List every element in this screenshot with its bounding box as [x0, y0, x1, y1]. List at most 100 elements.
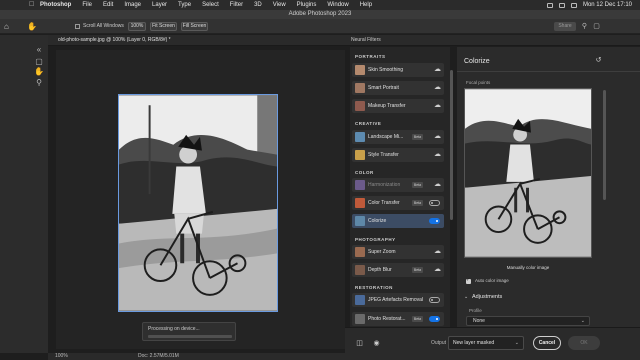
- cloud-download-icon[interactable]: ☁: [433, 83, 442, 93]
- filter-name: Landscape Mi...: [368, 134, 404, 140]
- filter-name: Super Zoom: [368, 249, 396, 255]
- photo-restoration-toggle[interactable]: [429, 316, 440, 322]
- menu-view[interactable]: View: [273, 2, 286, 8]
- filter-name: Depth Blur: [368, 267, 392, 273]
- menu-photoshop[interactable]: Photoshop: [40, 2, 71, 8]
- profile-value: None: [473, 318, 485, 324]
- filter-harmonization[interactable]: Harmonization Beta ☁: [352, 178, 444, 192]
- filter-photo-restoration[interactable]: Photo Restorat... Beta: [352, 312, 444, 326]
- menu-filter[interactable]: Filter: [230, 2, 243, 8]
- filter-colorize[interactable]: Colorize: [352, 214, 444, 228]
- category-restoration: RESTORATION: [355, 285, 393, 290]
- filter-thumbnail: [355, 265, 365, 275]
- jpeg-artefacts-toggle[interactable]: [429, 297, 440, 303]
- hand-tool-icon[interactable]: ✋: [27, 22, 37, 31]
- filter-name: Color Transfer: [368, 200, 400, 206]
- output-label: Output: [431, 340, 447, 346]
- output-select[interactable]: New layer masked ⌄: [448, 336, 524, 350]
- filter-name: Skin Smoothing: [368, 67, 404, 73]
- zoom-region-icon[interactable]: ▢: [34, 57, 44, 67]
- processing-bar: [148, 335, 232, 338]
- menu-3d[interactable]: 3D: [254, 2, 262, 8]
- filter-thumbnail: [355, 65, 365, 75]
- filter-thumbnail: [355, 198, 365, 208]
- control-center-icon[interactable]: [570, 2, 577, 8]
- profile-label: Profile: [469, 308, 482, 313]
- status-bar: 100% Doc: 2.57M/5.01M: [48, 353, 345, 360]
- filter-jpeg-artefacts-removal[interactable]: JPEG Artefacts Removal: [352, 293, 444, 307]
- neural-filters-title[interactable]: Neural Filters: [351, 35, 381, 46]
- share-button[interactable]: Share: [554, 22, 576, 31]
- reset-icon[interactable]: ↺: [594, 56, 603, 65]
- apple-icon[interactable]: : [29, 1, 34, 8]
- cloud-download-icon[interactable]: ☁: [433, 101, 442, 111]
- menu-layer[interactable]: Layer: [152, 2, 167, 8]
- cloud-download-icon[interactable]: ☁: [433, 265, 442, 275]
- menu-image[interactable]: Image: [124, 2, 141, 8]
- menu-type[interactable]: Type: [178, 2, 191, 8]
- zoom-100-button[interactable]: 100%: [128, 22, 146, 31]
- filter-landscape-mixer[interactable]: Landscape Mi... Beta ☁: [352, 130, 444, 144]
- filter-color-transfer[interactable]: Color Transfer Beta: [352, 196, 444, 210]
- ok-button[interactable]: OK: [568, 336, 600, 350]
- window-title-bar: Adobe Photoshop 2023: [0, 10, 640, 19]
- filter-list-scrollbar[interactable]: [450, 70, 453, 220]
- home-icon[interactable]: ⌂: [4, 22, 13, 31]
- filter-style-transfer[interactable]: Style Transfer ☁: [352, 148, 444, 162]
- filter-thumbnail: [355, 216, 365, 226]
- filter-makeup-transfer[interactable]: Makeup Transfer ☁: [352, 99, 444, 113]
- colorize-toggle[interactable]: [429, 218, 440, 224]
- scroll-all-windows-checkbox[interactable]: [75, 24, 80, 29]
- cloud-download-icon[interactable]: ☁: [433, 132, 442, 142]
- fit-screen-button[interactable]: Fit Screen: [150, 22, 177, 31]
- cancel-button[interactable]: Cancel: [533, 336, 561, 350]
- profile-select[interactable]: None ⌄: [466, 316, 590, 326]
- cloud-download-icon[interactable]: ☁: [433, 247, 442, 257]
- zoom-level[interactable]: 100%: [55, 353, 68, 360]
- filter-super-zoom[interactable]: Super Zoom ☁: [352, 245, 444, 259]
- workspace-icon[interactable]: ▢: [592, 22, 601, 31]
- battery-icon[interactable]: [546, 2, 553, 8]
- filter-skin-smoothing[interactable]: Skin Smoothing ☁: [352, 63, 444, 77]
- filter-depth-blur[interactable]: Depth Blur Beta ☁: [352, 263, 444, 277]
- document-tab[interactable]: old-photo-sample.jpg @ 100% (Layer 0, RG…: [48, 35, 345, 46]
- filter-name: Style Transfer: [368, 152, 399, 158]
- zoom-tool-icon[interactable]: ⚲: [34, 78, 44, 88]
- chevron-down-icon[interactable]: ⌄: [464, 294, 468, 300]
- wifi-icon[interactable]: [558, 2, 565, 8]
- settings-scrollbar[interactable]: [603, 90, 606, 200]
- menu-select[interactable]: Select: [202, 2, 219, 8]
- menu-plugins[interactable]: Plugins: [297, 2, 317, 8]
- cloud-download-icon[interactable]: ☁: [433, 65, 442, 75]
- menu-help[interactable]: Help: [360, 2, 372, 8]
- options-bar: ⌂ ✋ Scroll All Windows 100% Fit Screen F…: [0, 19, 640, 34]
- filter-thumbnail: [355, 150, 365, 160]
- filter-name: Photo Restorat...: [368, 316, 406, 322]
- filter-smart-portrait[interactable]: Smart Portrait ☁: [352, 81, 444, 95]
- layer-stack-icon[interactable]: ◉: [372, 339, 381, 348]
- filter-name: Makeup Transfer: [368, 103, 406, 109]
- preview-split-icon[interactable]: ◫: [355, 339, 364, 348]
- manual-color-label: Manually color image: [506, 265, 550, 270]
- menu-bar:  Photoshop File Edit Image Layer Type S…: [0, 0, 640, 10]
- collapse-icon[interactable]: «: [34, 45, 44, 55]
- adjustments-section[interactable]: Adjustments: [472, 294, 502, 300]
- colorize-preview[interactable]: [464, 88, 592, 258]
- category-color: COLOR: [355, 170, 374, 175]
- beta-badge: Beta: [412, 182, 423, 188]
- menubar-clock[interactable]: Mon 12 Dec 17:10: [583, 2, 632, 8]
- filter-thumbnail: [355, 132, 365, 142]
- menu-edit[interactable]: Edit: [103, 2, 113, 8]
- menu-file[interactable]: File: [82, 2, 92, 8]
- fill-screen-button[interactable]: Fill Screen: [181, 22, 208, 31]
- filter-thumbnail: [355, 180, 365, 190]
- auto-color-checkbox[interactable]: [466, 277, 471, 284]
- search-icon[interactable]: ⚲: [580, 22, 589, 31]
- menu-window[interactable]: Window: [327, 2, 348, 8]
- canvas-photo: [118, 94, 278, 312]
- doc-size[interactable]: Doc: 2.57M/5.01M: [138, 353, 179, 360]
- hand-tool-icon[interactable]: ✋: [34, 67, 44, 77]
- color-transfer-toggle[interactable]: [429, 200, 440, 206]
- cloud-download-icon[interactable]: ☁: [433, 150, 442, 160]
- cloud-download-icon[interactable]: ☁: [433, 180, 442, 190]
